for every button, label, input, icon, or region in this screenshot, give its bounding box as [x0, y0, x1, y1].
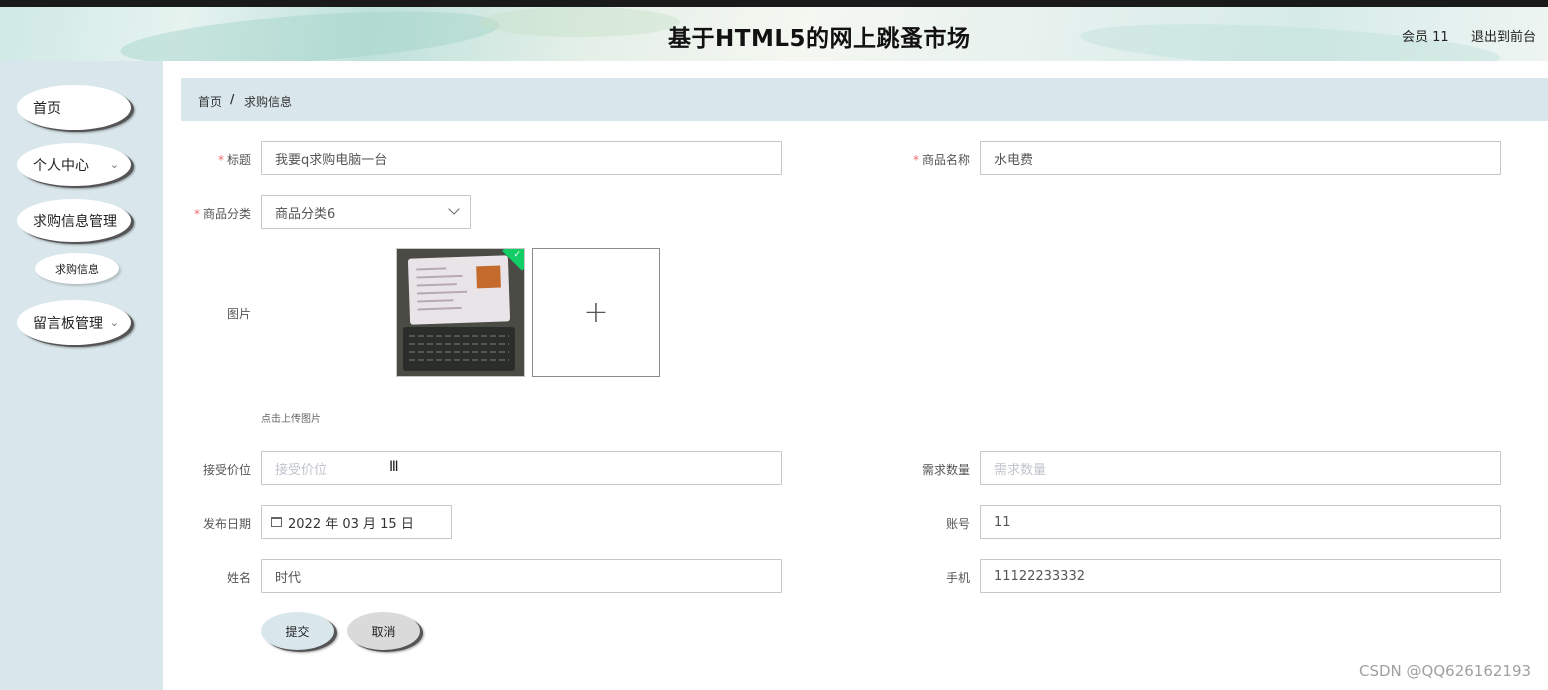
thumbnail-screen [407, 255, 511, 325]
date-picker[interactable]: 2022 年 03 月 15 日 [261, 505, 452, 539]
submit-button[interactable]: 提交 [261, 612, 334, 650]
sidebar-item-label: 留言板管理 [33, 315, 103, 332]
title-label: * 标题 [217, 153, 251, 167]
product-name-label: * 商品名称 [912, 153, 970, 167]
user-label: 会员 11 [1402, 30, 1449, 45]
sidebar-item-label: 个人中心 [33, 157, 89, 174]
header-decoration [480, 7, 680, 37]
check-icon: ✓ [513, 250, 521, 260]
header-decoration [118, 7, 502, 61]
cancel-button[interactable]: 取消 [347, 612, 420, 650]
product-name-input[interactable]: 水电费 [980, 141, 1501, 175]
breadcrumb: 首页 / 求购信息 [181, 78, 1548, 121]
thumbnail-keyboard [403, 327, 515, 371]
watermark: CSDN @QQ626162193 [1359, 662, 1532, 680]
date-value: 2022 年 03 月 15 日 [288, 516, 414, 532]
required-mark: * [912, 153, 919, 167]
chevron-down-icon: ⌄ [109, 316, 119, 329]
sidebar-item-purchase-management[interactable]: 求购信息管理 [17, 199, 131, 242]
quantity-input[interactable]: 需求数量 [980, 451, 1501, 485]
image-label: 图片 [226, 307, 251, 321]
phone-input[interactable]: 11122233332 [980, 559, 1501, 593]
breadcrumb-current: 求购信息 [244, 95, 293, 109]
site-title: 基于HTML5的网上跳蚤市场 [668, 26, 971, 52]
breadcrumb-home[interactable]: 首页 [198, 93, 222, 110]
sidebar-item-label: 求购信息管理 [33, 213, 117, 230]
sidebar-item-personal-center[interactable]: 个人中心 ⌄ [17, 143, 131, 186]
logout-link[interactable]: 退出到前台 [1471, 26, 1536, 45]
sidebar-item-home[interactable]: 首页 [17, 85, 131, 130]
required-mark: * [217, 153, 224, 167]
header: 基于HTML5的网上跳蚤市场 会员 11 退出到前台 [0, 7, 1548, 61]
quantity-label: 需求数量 [921, 463, 970, 477]
sidebar-item-message-board[interactable]: 留言板管理 ⌄ [17, 300, 131, 345]
name-label: 姓名 [226, 571, 251, 585]
category-select-value: 商品分类6 [275, 206, 336, 222]
date-label: 发布日期 [202, 517, 251, 531]
uploaded-image-thumbnail[interactable]: ✓ [396, 248, 525, 377]
account-input[interactable]: 11 [980, 505, 1501, 539]
name-input[interactable]: 时代 [261, 559, 782, 593]
price-input[interactable]: 接受价位 [261, 451, 782, 485]
sidebar-item-label: 首页 [33, 100, 61, 117]
chevron-down-icon [448, 203, 460, 215]
chevron-down-icon: ⌄ [109, 158, 119, 171]
upload-button[interactable]: + [532, 248, 660, 377]
top-strip [0, 0, 1548, 7]
text-cursor-icon: Ⅲ [389, 459, 399, 475]
phone-label: 手机 [945, 571, 970, 585]
category-select[interactable]: 商品分类6 [261, 195, 471, 229]
required-mark: * [193, 207, 200, 221]
upload-tip: 点击上传图片 [261, 414, 321, 425]
breadcrumb-separator: / [230, 92, 235, 106]
account-label: 账号 [945, 517, 970, 531]
price-label: 接受价位 [202, 463, 251, 477]
sidebar-subitem-label: 求购信息 [55, 262, 99, 276]
sidebar-subitem-purchase-info[interactable]: 求购信息 [35, 253, 119, 284]
category-label: * 商品分类 [193, 207, 251, 221]
title-input[interactable]: 我要q求购电脑一台 [261, 141, 782, 175]
plus-icon: + [583, 294, 609, 330]
calendar-icon [271, 517, 282, 527]
